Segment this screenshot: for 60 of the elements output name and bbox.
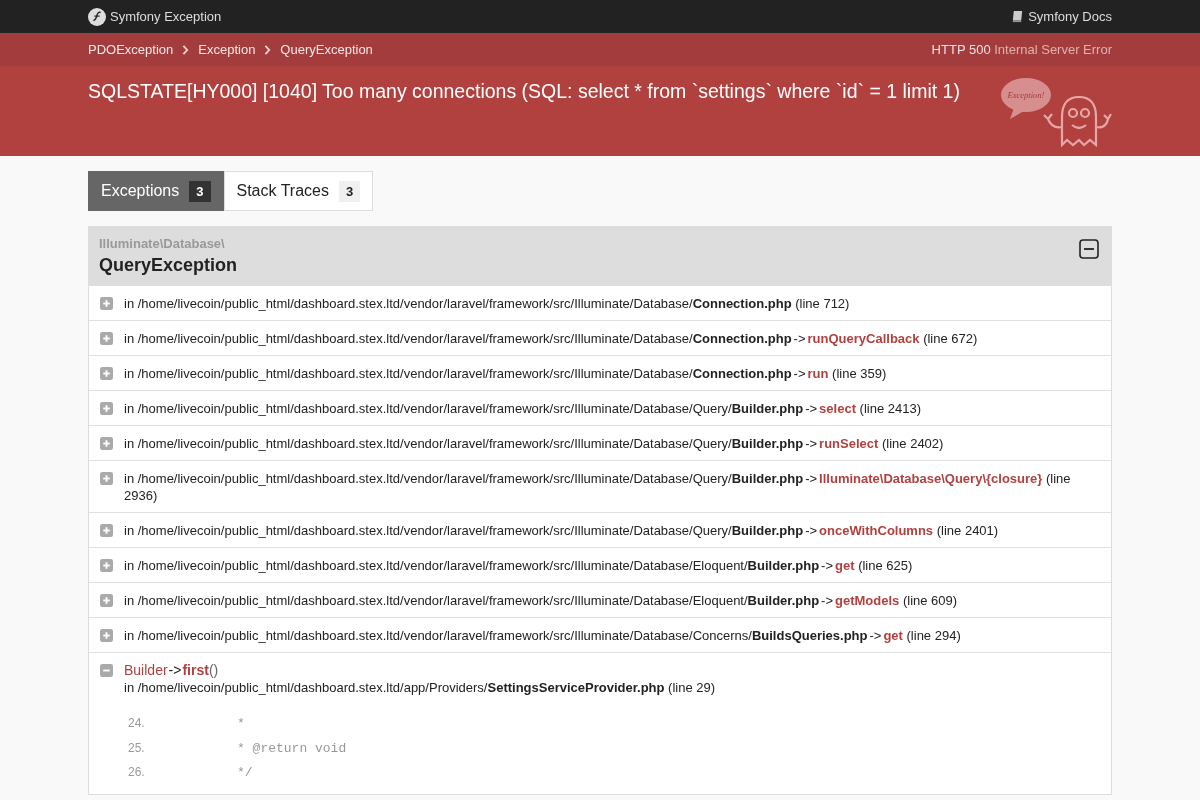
speech-bubble xyxy=(1001,78,1051,119)
book-icon xyxy=(1011,10,1025,23)
trace-call: Builder->first() xyxy=(124,661,220,679)
count-badge: 3 xyxy=(189,180,211,202)
trace-row[interactable]: in /home/livecoin/public_html/dashboard.stex.ltd/vendor/laravel/framework/src/Illuminate/Database/Connection.php->runQueryCallback (line 672) xyxy=(89,320,1111,355)
docs-link[interactable]: Symfony Docs xyxy=(1011,9,1112,24)
trace-row[interactable]: in /home/livecoin/public_html/dashboard.stex.ltd/vendor/laravel/framework/src/Illuminate/Database/Query/Builder.php->runSelect (line 2402) xyxy=(89,425,1111,460)
trace-location: in /home/livecoin/public_html/dashboard.stex.ltd/vendor/laravel/framework/src/Illuminate/Database/Eloquent/Builder.php->getModels (line 609) xyxy=(124,591,958,609)
code-line: * @return void xyxy=(236,739,347,757)
http-status: HTTP 500 Internal Server Error xyxy=(931,42,1112,57)
tab[interactable]: Exceptions 3 xyxy=(88,171,224,211)
expand-icon[interactable] xyxy=(100,523,113,537)
expand-icon[interactable] xyxy=(100,366,113,380)
expand-icon[interactable] xyxy=(100,296,113,310)
trace-row[interactable]: in /home/livecoin/public_html/dashboard.stex.ltd/vendor/laravel/framework/src/Illuminate/Database/Eloquent/Builder.php->get (line 625) xyxy=(89,547,1111,582)
trace-location: in /home/livecoin/public_html/dashboard.stex.ltd/vendor/laravel/framework/src/Illuminate/Database/Concerns/BuildsQueries.php->get (line 294) xyxy=(124,626,961,644)
trace-location: in /home/livecoin/public_html/dashboard.stex.ltd/vendor/laravel/framework/src/Illuminate/Database/Connection.php->runQueryCallback (line 672) xyxy=(124,329,978,347)
chevron-icon xyxy=(182,44,190,55)
trace-row[interactable]: in /home/livecoin/public_html/dashboard.stex.ltd/vendor/laravel/framework/src/Illuminate/Database/Connection.php (line 712) xyxy=(89,286,1111,320)
trace-location: in /home/livecoin/public_html/dashboard.stex.ltd/vendor/laravel/framework/src/Illuminate/Database/Connection.php->run (line 359) xyxy=(124,364,887,382)
tab[interactable]: Stack Traces 3 xyxy=(223,171,374,211)
trace-row[interactable]: in /home/livecoin/public_html/dashboard.stex.ltd/vendor/laravel/framework/src/Illuminate/Database/Query/Builder.php->select (line 2413) xyxy=(89,390,1111,425)
trace-location: in /home/livecoin/public_html/dashboard.stex.ltd/vendor/laravel/framework/src/Illuminate/Database/Query/Builder.php->select (line 2413) xyxy=(124,399,922,417)
line-number: 25. xyxy=(128,739,146,757)
line-number: 24. xyxy=(128,715,146,733)
chevron-icon xyxy=(264,44,272,55)
expand-icon[interactable] xyxy=(100,436,113,450)
trace-row[interactable]: in /home/livecoin/public_html/dashboard.stex.ltd/vendor/laravel/framework/src/Illuminate/Database/Concerns/BuildsQueries.php->get (line 294) xyxy=(89,617,1111,652)
code-line: */ xyxy=(236,764,253,782)
breadcrumb-link[interactable]: PDOException xyxy=(88,42,174,57)
expand-icon[interactable] xyxy=(100,593,113,607)
trace-location: in /home/livecoin/public_html/dashboard.stex.ltd/vendor/laravel/framework/src/Illuminate/Database/Connection.php (line 712) xyxy=(124,294,850,312)
exception-class: QueryException xyxy=(99,255,238,276)
code-line: * xyxy=(236,715,245,733)
trace-row[interactable]: in /home/livecoin/public_html/dashboard.stex.ltd/vendor/laravel/framework/src/Illuminate/Database/Connection.php->run (line 359) xyxy=(89,355,1111,390)
expand-icon[interactable] xyxy=(100,628,113,642)
trace-location: in /home/livecoin/public_html/dashboard.stex.ltd/vendor/laravel/framework/src/Illuminate/Database/Query/Builder.php->Illuminate\Database\Query\{closure} (line 2936) xyxy=(124,469,1072,504)
logo-icon xyxy=(88,7,106,26)
collapse-icon[interactable] xyxy=(1079,239,1099,259)
exception-namespace: Illuminate\Database\ xyxy=(99,236,226,251)
bubble-text: Exception! xyxy=(1007,90,1045,100)
site-title-text: Symfony Exception xyxy=(110,9,222,24)
count-badge: 3 xyxy=(339,180,361,202)
expand-icon[interactable] xyxy=(100,401,113,415)
expand-icon[interactable] xyxy=(100,331,113,345)
breadcrumb-link[interactable]: QueryException xyxy=(280,42,373,57)
trace-row[interactable]: Builder->first() in /home/livecoin/public_html/dashboard.stex.ltd/app/Providers/SettingsServiceProvider.php (line 29) 24. * 25. * @return void 26. */ xyxy=(89,652,1111,794)
line-number: 26. xyxy=(128,764,146,782)
trace-location: in /home/livecoin/public_html/dashboard.stex.ltd/vendor/laravel/framework/src/Illuminate/Database/Query/Builder.php->runSelect (line 2402) xyxy=(124,434,944,452)
trace-location: in /home/livecoin/public_html/dashboard.stex.ltd/vendor/laravel/framework/src/Illuminate/Database/Query/Builder.php->onceWithColumns (line 2401) xyxy=(124,521,999,539)
trace-row[interactable]: in /home/livecoin/public_html/dashboard.stex.ltd/vendor/laravel/framework/src/Illuminate/Database/Query/Builder.php->Illuminate\Database\Query\{closure} (line 2936) xyxy=(89,460,1111,512)
exception-message: SQLSTATE[HY000] [1040] Too many connections (SQL: select * from `settings` where `id` = 1 limit 1) xyxy=(88,79,961,104)
trace-location: in /home/livecoin/public_html/dashboard.stex.ltd/app/Providers/SettingsServiceProvider.php (line 29) xyxy=(124,678,716,696)
breadcrumb-link[interactable]: Exception xyxy=(198,42,256,57)
expand-icon[interactable] xyxy=(100,558,113,572)
expand-icon[interactable] xyxy=(100,471,113,485)
ghost-drawing xyxy=(1042,95,1112,147)
trace-location: in /home/livecoin/public_html/dashboard.stex.ltd/vendor/laravel/framework/src/Illuminate/Database/Eloquent/Builder.php->get (line 625) xyxy=(124,556,913,574)
trace-row[interactable]: in /home/livecoin/public_html/dashboard.stex.ltd/vendor/laravel/framework/src/Illuminate/Database/Query/Builder.php->onceWithColumns (line 2401) xyxy=(89,512,1111,547)
trace-row[interactable]: in /home/livecoin/public_html/dashboard.stex.ltd/vendor/laravel/framework/src/Illuminate/Database/Eloquent/Builder.php->getModels (line 609) xyxy=(89,582,1111,617)
